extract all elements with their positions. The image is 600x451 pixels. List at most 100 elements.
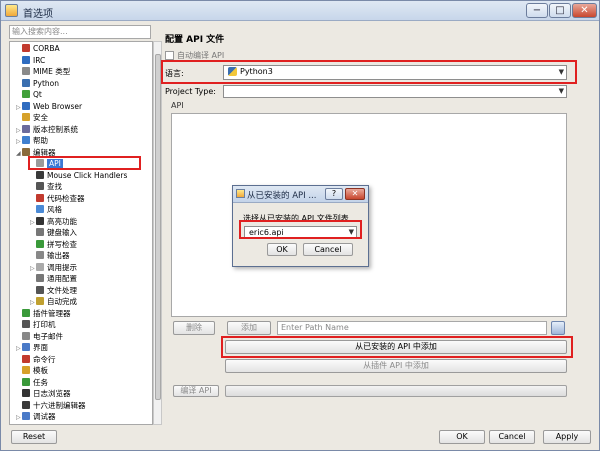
app-icon <box>5 4 18 17</box>
compile-api-label: 自动编译 API <box>177 51 225 60</box>
preferences-tree: CORBA IRC MIME 类型 Python Qt ▷ Web Browser 安全 ▷ 版本… <box>9 41 153 425</box>
tree-item[interactable]: 命令行 <box>16 354 56 365</box>
add-from-installed-button[interactable]: 从已安装的 API 中添加 <box>225 340 567 354</box>
chevron-down-icon: ▼ <box>558 68 564 76</box>
compile-api-checkbox[interactable]: 自动编译 API <box>165 50 224 61</box>
tree-item[interactable]: 查找 <box>30 181 62 192</box>
tree-item-label: 命令行 <box>33 354 56 364</box>
tree-item-icon <box>22 90 30 98</box>
dialog-prompt: 选择从已安装的 API 文件列表 <box>243 214 349 223</box>
dialog-title-bar: 从已安装的 API ... ? ✕ <box>233 186 368 203</box>
tree-item[interactable]: ▷ 调试器 <box>16 411 56 422</box>
project-type-select[interactable]: ▼ <box>223 85 567 98</box>
language-label: 语言: <box>165 69 184 78</box>
tree-item-label: 键盘输入 <box>47 228 77 237</box>
tree-item-icon <box>22 331 30 340</box>
apply-button[interactable]: Apply <box>543 430 591 444</box>
tree-item-icon <box>22 55 30 64</box>
tree-item-icon <box>22 147 30 156</box>
tree-item-label: 调用提示 <box>47 262 77 272</box>
path-input[interactable]: Enter Path Name <box>277 321 547 335</box>
dialog-cancel-button[interactable]: Cancel <box>303 243 353 256</box>
tree-item[interactable]: ◢ 编辑器 <box>16 147 56 158</box>
scrollbar-thumb[interactable] <box>155 54 161 400</box>
tree-item[interactable]: 十六进制编辑器 <box>16 400 86 411</box>
reset-button[interactable]: Reset <box>11 430 57 444</box>
chevron-down-icon: ▼ <box>348 228 354 236</box>
close-button[interactable]: ✕ <box>572 3 597 18</box>
tree-item-icon <box>22 366 30 374</box>
tree-item-icon <box>22 136 30 144</box>
tree-item-label: 风格 <box>47 205 62 214</box>
tree-item-icon <box>36 159 44 167</box>
folder-icon[interactable] <box>551 321 565 335</box>
compile-api-button[interactable]: 编译 API <box>173 385 219 397</box>
tree-item-label: 查找 <box>47 182 62 191</box>
tree-item-icon <box>36 228 44 236</box>
tree-item-icon <box>22 124 30 133</box>
tree-item[interactable]: ▷ 版本控制系统 <box>16 124 78 135</box>
tree-item[interactable]: IRC <box>16 55 45 66</box>
tree-item[interactable]: Python <box>16 78 59 89</box>
tree-item[interactable]: 文件处理 <box>30 285 77 296</box>
tree-item-icon <box>36 193 44 202</box>
cancel-button[interactable]: Cancel <box>489 430 535 444</box>
tree-item-icon <box>22 343 30 351</box>
language-select[interactable]: Python3 ▼ <box>223 65 567 80</box>
tree-item[interactable]: 任务 <box>16 377 48 388</box>
add-button[interactable]: 添加 <box>227 321 271 335</box>
dialog-close-button[interactable]: ✕ <box>345 188 365 200</box>
tree-item-icon <box>22 308 30 317</box>
tree-item[interactable]: 插件管理器 <box>16 308 71 319</box>
tree-item-label: MIME 类型 <box>33 67 71 76</box>
tree-item-icon <box>36 239 44 248</box>
tree-item[interactable]: ▷ 帮助 <box>16 135 48 146</box>
tree-item[interactable]: 键盘输入 <box>30 227 77 238</box>
tree-item[interactable]: 打印机 <box>16 319 56 330</box>
tree-item-label: 电子邮件 <box>33 331 63 341</box>
tree-item[interactable]: 通用配置 <box>30 273 77 284</box>
tree-item[interactable]: ▷ 界面 <box>16 342 48 353</box>
tree-item[interactable]: 模板 <box>16 365 48 376</box>
checkbox-box[interactable] <box>165 51 174 60</box>
api-list[interactable] <box>171 113 567 317</box>
tree-item[interactable]: ▷ Web Browser <box>16 101 82 112</box>
tree-item[interactable]: 日志浏览器 <box>16 388 71 399</box>
tree-item[interactable]: 风格 <box>30 204 62 215</box>
tree-item[interactable]: ▷ 高亮功能 <box>30 216 77 227</box>
ok-button[interactable]: OK <box>439 430 485 444</box>
tree-item[interactable]: 输出器 <box>30 250 70 261</box>
tree-item-icon <box>22 354 30 363</box>
tree-item[interactable]: 安全 <box>16 112 48 123</box>
delete-button[interactable]: 删除 <box>173 321 215 335</box>
tree-item[interactable]: 电子邮件 <box>16 331 63 342</box>
tree-item[interactable]: ▷ 调用提示 <box>30 262 77 273</box>
dialog-ok-button[interactable]: OK <box>267 243 297 256</box>
help-button[interactable]: ? <box>325 188 343 200</box>
tree-item-icon <box>22 377 30 386</box>
tree-scrollbar[interactable] <box>153 41 162 425</box>
maximize-button[interactable]: □ <box>549 3 571 18</box>
api-list-label: API <box>171 101 184 110</box>
tree-item[interactable]: CORBA <box>16 43 60 54</box>
tree-item[interactable]: ▷ 自动完成 <box>30 296 77 307</box>
add-from-plugin-button[interactable]: 从插件 API 中添加 <box>225 359 567 373</box>
tree-item-label: 编辑器 <box>33 147 56 157</box>
tree-item[interactable]: API <box>30 158 63 169</box>
tree-item-icon <box>22 320 30 328</box>
tree-item-icon <box>22 44 30 52</box>
minimize-button[interactable]: − <box>526 3 548 18</box>
preferences-window: 首选项 − □ ✕ 输入搜索内容... CORBA IRC MIME 类型 Pytho… <box>0 0 600 451</box>
window-title: 首选项 <box>23 9 53 20</box>
tree-item[interactable]: Qt <box>16 89 42 100</box>
tree-item[interactable]: 拼写检查 <box>30 239 77 250</box>
tree-item[interactable]: MIME 类型 <box>16 66 70 77</box>
tree-item-icon <box>36 285 44 294</box>
api-file-select[interactable]: eric6.api ▼ <box>244 226 357 239</box>
tree-item-label: 版本控制系统 <box>33 124 78 134</box>
tree-item[interactable]: 代码检查器 <box>30 193 85 204</box>
dialog-app-icon <box>236 189 245 198</box>
tree-item[interactable]: Mouse Click Handlers <box>30 170 127 181</box>
select-installed-api-dialog: 从已安装的 API ... ? ✕ 选择从已安装的 API 文件列表 eric6… <box>232 185 369 267</box>
search-input[interactable]: 输入搜索内容... <box>9 25 151 39</box>
